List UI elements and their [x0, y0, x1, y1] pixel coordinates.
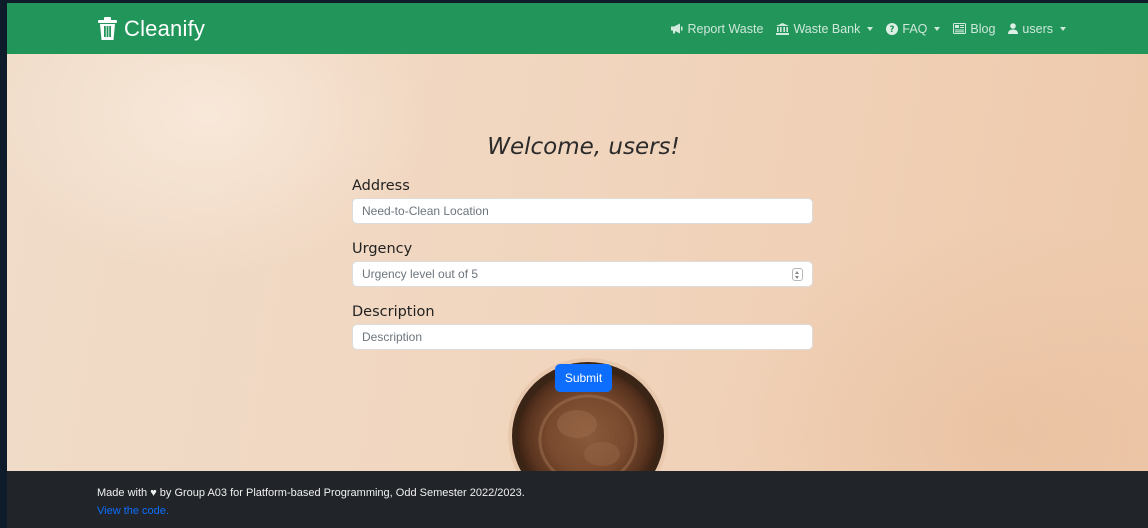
urgency-input[interactable]: Urgency level out of 5: [352, 261, 813, 287]
person-icon: [1008, 23, 1019, 34]
chevron-down-icon: [867, 26, 874, 31]
address-placeholder: Need-to-Clean Location: [362, 204, 489, 218]
nav-user-menu[interactable]: users: [1008, 22, 1066, 36]
address-input[interactable]: Need-to-Clean Location: [352, 198, 813, 224]
urgency-label: Urgency: [352, 241, 413, 257]
brand-link[interactable]: Cleanify: [98, 16, 205, 42]
address-label: Address: [352, 178, 410, 194]
svg-text:?: ?: [890, 25, 895, 35]
megaphone-icon: [670, 23, 683, 34]
welcome-heading: Welcome, users!: [487, 134, 680, 160]
chevron-down-icon: [1060, 26, 1066, 31]
bank-icon: [776, 22, 790, 35]
description-label: Description: [352, 304, 435, 320]
footer: Made with ♥ by Group A03 for Platform-ba…: [7, 471, 1148, 528]
browser-page: Cleanify Report Waste Waste Bank ? FAQ B…: [7, 3, 1148, 528]
hero-background: Welcome, users! Address Need-to-Clean Lo…: [7, 54, 1148, 471]
brand-name: Cleanify: [124, 16, 206, 41]
footer-credit: Made with ♥ by Group A03 for Platform-ba…: [97, 487, 525, 499]
nav-waste-bank[interactable]: Waste Bank: [776, 21, 874, 36]
nav-links: Report Waste Waste Bank ? FAQ Blog users: [670, 3, 1066, 54]
nav-report-waste-label: Report Waste: [687, 21, 764, 36]
nav-report-waste[interactable]: Report Waste: [670, 22, 763, 36]
navbar: Cleanify Report Waste Waste Bank ? FAQ B…: [7, 3, 1148, 54]
nav-blog-label: Blog: [970, 21, 996, 36]
nav-user-label: users: [1022, 21, 1053, 36]
view-code-link[interactable]: View the code.: [97, 505, 169, 517]
newspaper-icon: [953, 23, 967, 34]
question-circle-icon: ?: [886, 22, 899, 35]
submit-button[interactable]: Submit: [555, 364, 612, 392]
nav-blog[interactable]: Blog: [953, 22, 995, 36]
description-input[interactable]: Description: [352, 324, 813, 350]
description-placeholder: Description: [362, 330, 423, 344]
chevron-down-icon: [934, 26, 941, 31]
urgency-placeholder: Urgency level out of 5: [362, 267, 479, 281]
nav-faq-label: FAQ: [902, 21, 928, 36]
number-spinner-icon[interactable]: [792, 268, 803, 281]
nav-faq[interactable]: ? FAQ: [886, 21, 941, 36]
nav-waste-bank-label: Waste Bank: [793, 21, 861, 36]
trash-icon: [98, 17, 117, 41]
